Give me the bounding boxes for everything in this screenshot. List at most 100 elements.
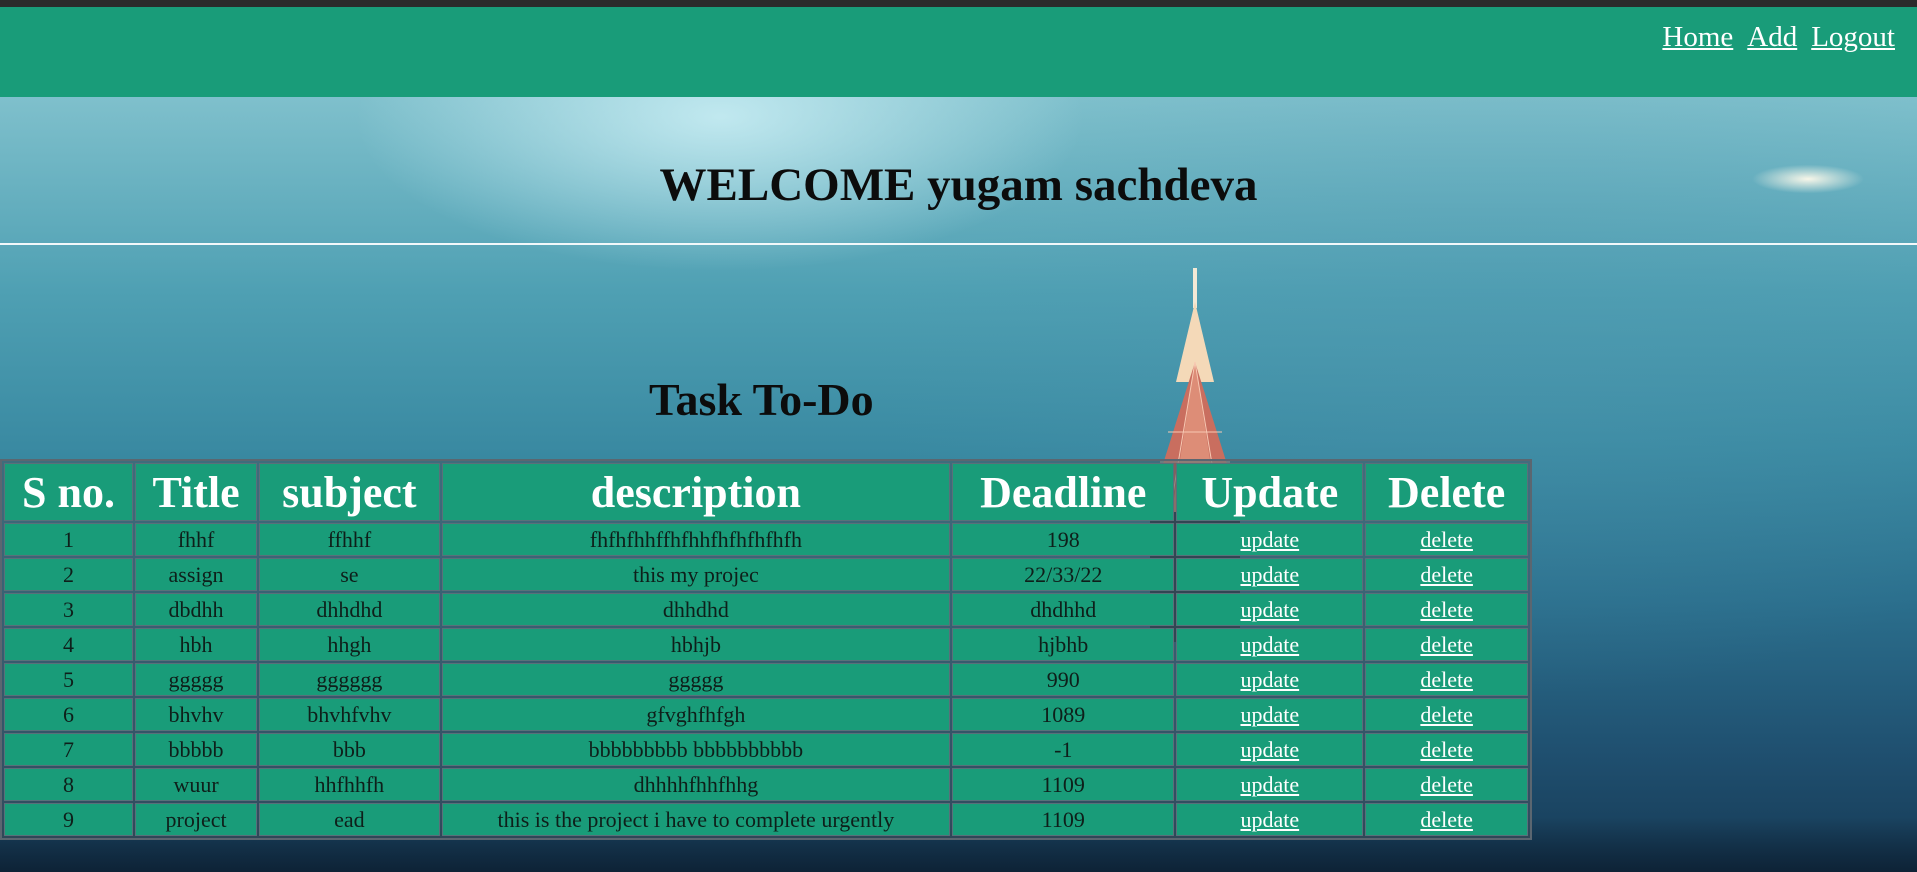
- cell-sno: 2: [4, 558, 133, 591]
- delete-link[interactable]: delete: [1420, 702, 1473, 727]
- update-link[interactable]: update: [1240, 632, 1299, 657]
- cell-delete: delete: [1365, 733, 1528, 766]
- cell-deadline: 990: [952, 663, 1175, 696]
- cell-delete: delete: [1365, 628, 1528, 661]
- cell-delete: delete: [1365, 698, 1528, 731]
- cell-subject: bbb: [259, 733, 440, 766]
- cell-deadline: 22/33/22: [952, 558, 1175, 591]
- cell-update: update: [1176, 558, 1364, 591]
- cell-update: update: [1176, 768, 1364, 801]
- cell-title: fhhf: [135, 523, 258, 556]
- window-top-strip: [0, 0, 1917, 7]
- cell-description: dhhdhd: [441, 593, 951, 626]
- task-todo-heading: Task To-Do: [649, 374, 874, 425]
- delete-link[interactable]: delete: [1420, 632, 1473, 657]
- cell-description: bbbbbbbbb bbbbbbbbbb: [441, 733, 951, 766]
- nav-links: Home Add Logout: [1662, 21, 1895, 54]
- cell-update: update: [1176, 698, 1364, 731]
- cell-description: this is the project i have to complete u…: [441, 803, 951, 836]
- table-header-row: S no. Title subject description Deadline…: [4, 463, 1528, 521]
- delete-link[interactable]: delete: [1420, 737, 1473, 762]
- cell-subject: bhvhfvhv: [259, 698, 440, 731]
- horizontal-divider: [0, 243, 1917, 245]
- cell-sno: 4: [4, 628, 133, 661]
- cell-update: update: [1176, 593, 1364, 626]
- cell-title: bbbbb: [135, 733, 258, 766]
- nav-link-logout[interactable]: Logout: [1811, 21, 1895, 54]
- cell-subject: se: [259, 558, 440, 591]
- cell-description: hbhjb: [441, 628, 951, 661]
- cell-delete: delete: [1365, 523, 1528, 556]
- cell-title: wuur: [135, 768, 258, 801]
- update-link[interactable]: update: [1240, 737, 1299, 762]
- delete-link[interactable]: delete: [1420, 527, 1473, 552]
- update-link[interactable]: update: [1240, 772, 1299, 797]
- cell-deadline: dhdhhd: [952, 593, 1175, 626]
- cell-delete: delete: [1365, 803, 1528, 836]
- cell-deadline: 1109: [952, 768, 1175, 801]
- cell-deadline: -1: [952, 733, 1175, 766]
- table-row: 5 ggggg gggggg ggggg 990 update delete: [4, 663, 1528, 696]
- cell-title: bhvhv: [135, 698, 258, 731]
- cell-subject: ffhhf: [259, 523, 440, 556]
- update-link[interactable]: update: [1240, 667, 1299, 692]
- delete-link[interactable]: delete: [1420, 772, 1473, 797]
- update-link[interactable]: update: [1240, 597, 1299, 622]
- column-header-update: Update: [1176, 463, 1364, 521]
- table-row: 4 hbh hhgh hbhjb hjbhb update delete: [4, 628, 1528, 661]
- cell-title: hbh: [135, 628, 258, 661]
- cell-description: gfvghfhfgh: [441, 698, 951, 731]
- update-link[interactable]: update: [1240, 527, 1299, 552]
- cell-subject: hhgh: [259, 628, 440, 661]
- delete-link[interactable]: delete: [1420, 807, 1473, 832]
- column-header-delete: Delete: [1365, 463, 1528, 521]
- cell-subject: hhfhhfh: [259, 768, 440, 801]
- cell-update: update: [1176, 523, 1364, 556]
- delete-link[interactable]: delete: [1420, 597, 1473, 622]
- cell-deadline: 1089: [952, 698, 1175, 731]
- cell-subject: gggggg: [259, 663, 440, 696]
- cell-subject: dhhdhd: [259, 593, 440, 626]
- cell-update: update: [1176, 628, 1364, 661]
- cell-title: project: [135, 803, 258, 836]
- cell-delete: delete: [1365, 558, 1528, 591]
- delete-link[interactable]: delete: [1420, 562, 1473, 587]
- nav-link-home[interactable]: Home: [1662, 21, 1733, 54]
- cell-sno: 7: [4, 733, 133, 766]
- column-header-sno: S no.: [4, 463, 133, 521]
- cell-title: dbdhh: [135, 593, 258, 626]
- nav-link-add[interactable]: Add: [1747, 21, 1797, 54]
- cell-delete: delete: [1365, 768, 1528, 801]
- update-link[interactable]: update: [1240, 562, 1299, 587]
- table-row: 6 bhvhv bhvhfvhv gfvghfhfgh 1089 update …: [4, 698, 1528, 731]
- cell-deadline: 198: [952, 523, 1175, 556]
- cell-delete: delete: [1365, 593, 1528, 626]
- column-header-deadline: Deadline: [952, 463, 1175, 521]
- cell-description: ggggg: [441, 663, 951, 696]
- cell-delete: delete: [1365, 663, 1528, 696]
- top-navbar: Home Add Logout: [0, 7, 1917, 97]
- cell-sno: 6: [4, 698, 133, 731]
- cell-deadline: 1109: [952, 803, 1175, 836]
- column-header-subject: subject: [259, 463, 440, 521]
- cell-sno: 5: [4, 663, 133, 696]
- cell-subject: ead: [259, 803, 440, 836]
- table-row: 8 wuur hhfhhfh dhhhhfhhfhhg 1109 update …: [4, 768, 1528, 801]
- cell-update: update: [1176, 803, 1364, 836]
- cell-sno: 8: [4, 768, 133, 801]
- task-table: S no. Title subject description Deadline…: [0, 459, 1532, 840]
- cell-sno: 3: [4, 593, 133, 626]
- table-row: 1 fhhf ffhhf fhfhfhhffhfhhfhfhfhfhfh 198…: [4, 523, 1528, 556]
- delete-link[interactable]: delete: [1420, 667, 1473, 692]
- cell-description: fhfhfhhffhfhhfhfhfhfhfh: [441, 523, 951, 556]
- table-row: 9 project ead this is the project i have…: [4, 803, 1528, 836]
- cell-description: dhhhhfhhfhhg: [441, 768, 951, 801]
- table-row: 2 assign se this my projec 22/33/22 upda…: [4, 558, 1528, 591]
- cell-sno: 1: [4, 523, 133, 556]
- cell-title: assign: [135, 558, 258, 591]
- update-link[interactable]: update: [1240, 807, 1299, 832]
- cell-sno: 9: [4, 803, 133, 836]
- update-link[interactable]: update: [1240, 702, 1299, 727]
- cell-update: update: [1176, 733, 1364, 766]
- cell-deadline: hjbhb: [952, 628, 1175, 661]
